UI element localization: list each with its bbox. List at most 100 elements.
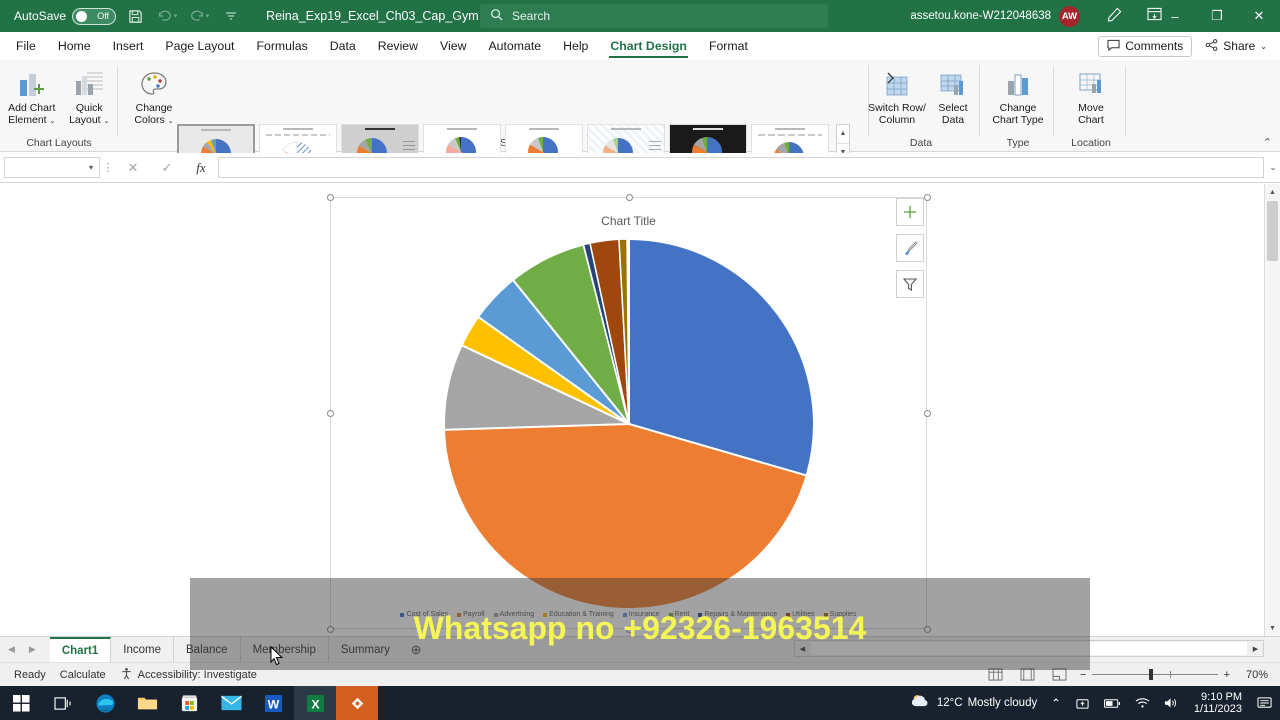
start-icon[interactable] xyxy=(0,686,42,720)
screen-recorder-icon[interactable] xyxy=(336,686,378,720)
pie-chart[interactable] xyxy=(439,234,819,614)
file-explorer-icon[interactable] xyxy=(126,686,168,720)
enter-icon[interactable]: ✓ xyxy=(150,156,184,180)
share-button[interactable]: Share ⌄ xyxy=(1196,36,1276,57)
sheet-tab-income[interactable]: Income xyxy=(111,636,174,663)
undo-icon[interactable]: ▾ xyxy=(154,3,180,29)
mail-icon[interactable] xyxy=(210,686,252,720)
weather-widget[interactable]: 12°C Mostly cloudy xyxy=(903,693,1044,713)
autosave-toggle[interactable]: Off xyxy=(72,7,117,25)
normal-view-icon[interactable] xyxy=(984,666,1006,684)
chart-filters-icon[interactable] xyxy=(896,270,924,298)
horizontal-scroll-thumb[interactable] xyxy=(811,642,1247,655)
accessibility-status[interactable]: Accessibility: Investigate xyxy=(120,667,257,683)
edge-icon[interactable] xyxy=(84,686,126,720)
tab-formulas[interactable]: Formulas xyxy=(245,32,318,60)
zoom-out-button[interactable]: − xyxy=(1080,669,1086,681)
notifications-icon[interactable] xyxy=(1250,696,1280,710)
gallery-scroll-up-button[interactable]: ▲ xyxy=(837,125,849,144)
expand-formula-bar-icon[interactable]: ⌄ xyxy=(1266,162,1280,173)
scroll-down-button[interactable]: ▼ xyxy=(1265,620,1280,636)
zoom-in-button[interactable]: + xyxy=(1224,669,1230,681)
zoom-slider[interactable]: − + xyxy=(1080,669,1230,681)
account-info[interactable]: assetou.kone-W212048638 AW xyxy=(910,0,1080,32)
selection-handle-bottom-left[interactable] xyxy=(327,626,334,633)
hscroll-right-button[interactable]: ▶ xyxy=(1248,641,1263,656)
zoom-thumb[interactable] xyxy=(1148,669,1153,680)
onedrive-icon[interactable] xyxy=(1068,697,1097,710)
tab-page-layout[interactable]: Page Layout xyxy=(154,32,245,60)
page-break-preview-icon[interactable] xyxy=(1048,666,1070,684)
legend-item[interactable]: Advertising xyxy=(493,611,534,618)
sheet-nav-next-icon[interactable]: ▶ xyxy=(29,644,36,655)
document-title[interactable]: Reina_Exp19_Excel_Ch03_Cap_Gym xyxy=(266,9,479,23)
add-chart-element-button[interactable]: Add Chart Element ⌄ xyxy=(3,60,61,128)
pie-plot-area[interactable] xyxy=(439,234,819,619)
page-layout-view-icon[interactable] xyxy=(1016,666,1038,684)
excel-icon[interactable]: X xyxy=(294,686,336,720)
vertical-scroll-thumb[interactable] xyxy=(1267,201,1278,261)
tab-review[interactable]: Review xyxy=(367,32,429,60)
sheet-nav-prev-icon[interactable]: ◀ xyxy=(8,644,15,655)
sheet-tab-chart1[interactable]: Chart1 xyxy=(49,636,112,663)
quick-layout-button[interactable]: Quick Layout ⌄ xyxy=(61,60,119,128)
tab-help[interactable]: Help xyxy=(552,32,599,60)
task-view-icon[interactable] xyxy=(42,686,84,720)
horizontal-scrollbar[interactable]: ◀ ▶ xyxy=(794,640,1264,657)
tab-data[interactable]: Data xyxy=(319,32,367,60)
zoom-track[interactable] xyxy=(1092,669,1218,680)
search-input[interactable]: Search xyxy=(480,4,828,28)
pen-icon[interactable] xyxy=(1107,7,1122,25)
redo-icon[interactable]: ▾ xyxy=(186,3,212,29)
chart-styles-icon[interactable] xyxy=(896,234,924,262)
sheet-tab-summary[interactable]: Summary xyxy=(329,637,402,663)
formula-bar-handle[interactable]: ⋮ xyxy=(100,161,116,174)
save-icon[interactable] xyxy=(122,3,148,29)
selection-handle-bottom-right[interactable] xyxy=(924,626,931,633)
legend-item[interactable]: Supplies xyxy=(823,611,857,618)
legend-item[interactable]: Repairs & Maintenance xyxy=(698,611,777,618)
word-icon[interactable]: W xyxy=(252,686,294,720)
legend-item[interactable]: Utilities xyxy=(786,611,815,618)
status-calculate[interactable]: Calculate xyxy=(60,669,106,681)
tab-format[interactable]: Format xyxy=(698,32,759,60)
selection-handle-top-center[interactable] xyxy=(626,194,633,201)
chart-object[interactable]: Chart Title Cost of Sales Payroll Advert… xyxy=(327,194,931,633)
tab-home[interactable]: Home xyxy=(47,32,102,60)
tab-file[interactable]: File xyxy=(5,32,47,60)
selection-handle-middle-right[interactable] xyxy=(924,410,931,417)
vertical-scrollbar[interactable]: ▲ ▼ xyxy=(1264,184,1280,636)
battery-icon[interactable] xyxy=(1097,698,1128,709)
chart-title[interactable]: Chart Title xyxy=(331,214,926,228)
selection-handle-bottom-center[interactable] xyxy=(626,626,633,633)
show-hidden-icons-button[interactable]: ⌃ xyxy=(1044,696,1068,710)
move-chart-button[interactable]: Move Chart xyxy=(1060,60,1122,126)
sheet-nav[interactable]: ◀ ▶ xyxy=(8,644,36,655)
comments-button[interactable]: Comments xyxy=(1098,35,1193,57)
hscroll-left-button[interactable]: ◀ xyxy=(795,641,810,656)
change-chart-type-button[interactable]: Change Chart Type xyxy=(986,60,1050,126)
microsoft-store-icon[interactable] xyxy=(168,686,210,720)
zoom-level[interactable]: 70% xyxy=(1240,669,1280,681)
selection-handle-middle-left[interactable] xyxy=(327,410,334,417)
restore-button[interactable]: ❐ xyxy=(1196,0,1238,32)
tab-insert[interactable]: Insert xyxy=(102,32,155,60)
tab-chart-design[interactable]: Chart Design xyxy=(599,32,698,60)
share-chevron-down-icon[interactable]: ⌄ xyxy=(1260,42,1267,51)
legend-item[interactable]: Cost of Sales xyxy=(400,611,448,618)
wifi-icon[interactable] xyxy=(1128,697,1157,709)
legend-item[interactable]: Education & Training xyxy=(543,611,614,618)
insert-function-icon[interactable]: fx xyxy=(184,156,218,180)
tab-view[interactable]: View xyxy=(429,32,477,60)
legend-item[interactable]: Payroll xyxy=(457,611,485,618)
clock[interactable]: 9:10 PM 1/11/2023 xyxy=(1186,691,1250,715)
scroll-up-button[interactable]: ▲ xyxy=(1265,184,1280,200)
volume-icon[interactable] xyxy=(1157,697,1186,709)
autosave-control[interactable]: AutoSave Off xyxy=(14,7,117,25)
cancel-icon[interactable]: ✕ xyxy=(116,156,150,180)
add-sheet-button[interactable]: ⊕ xyxy=(402,642,430,658)
legend-item[interactable]: Insurance xyxy=(622,611,660,618)
chart-elements-icon[interactable] xyxy=(896,198,924,226)
name-box-chevron-down-icon[interactable]: ▾ xyxy=(89,163,93,172)
minimize-button[interactable]: – xyxy=(1154,0,1196,32)
